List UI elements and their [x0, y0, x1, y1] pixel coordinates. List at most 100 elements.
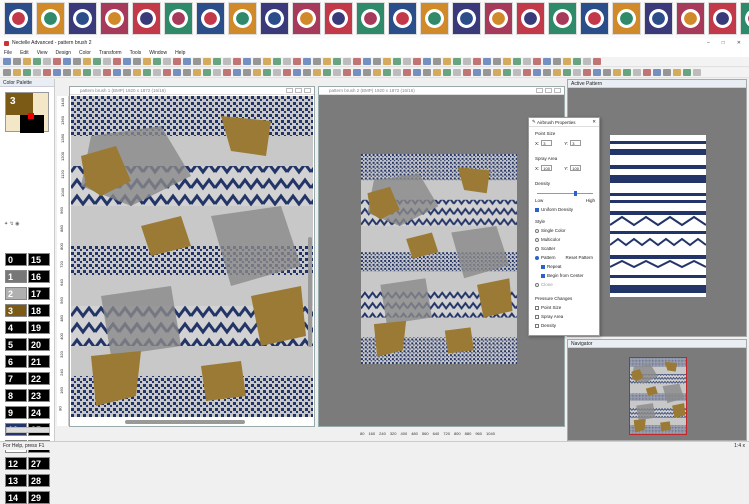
toolbar-button-43[interactable] [433, 58, 441, 65]
menu-color[interactable]: Color [79, 50, 91, 56]
toolbar-button-56[interactable] [563, 69, 571, 76]
tile-3[interactable] [100, 2, 129, 35]
toolbar-button-51[interactable] [513, 69, 521, 76]
toolbar-button-33[interactable] [333, 58, 341, 65]
toolbar-button-45[interactable] [453, 58, 461, 65]
doc1-canvas[interactable] [71, 96, 313, 417]
toolbar-button-31[interactable] [313, 69, 321, 76]
toolbar-button-59[interactable] [593, 58, 601, 65]
toolbar-button-42[interactable] [423, 69, 431, 76]
swatch-15[interactable]: 15 [28, 253, 50, 266]
toolbar-button-13[interactable] [133, 69, 141, 76]
toolbar-button-54[interactable] [543, 58, 551, 65]
toolbar-button-32[interactable] [323, 58, 331, 65]
toolbar-button-15[interactable] [153, 69, 161, 76]
toolbar-button-10[interactable] [103, 58, 111, 65]
toolbar-button-1[interactable] [13, 69, 21, 76]
toolbar-button-15[interactable] [153, 58, 161, 65]
tile-10[interactable] [324, 2, 353, 35]
swatch-23[interactable]: 23 [28, 389, 50, 402]
toolbar-button-46[interactable] [463, 69, 471, 76]
point-x-input[interactable]: 3 [541, 140, 553, 146]
toolbar-button-28[interactable] [283, 69, 291, 76]
toolbar-button-5[interactable] [53, 69, 61, 76]
toolbar-button-57[interactable] [573, 69, 581, 76]
swatch-2[interactable]: 2 [5, 287, 27, 300]
toolbar-button-30[interactable] [303, 58, 311, 65]
active-pattern-preview[interactable] [610, 135, 706, 297]
density-slider[interactable] [537, 193, 593, 194]
toolbar-button-27[interactable] [273, 58, 281, 65]
swatch-16[interactable]: 16 [28, 270, 50, 283]
menu-window[interactable]: Window [149, 50, 167, 56]
doc2-min[interactable] [536, 88, 543, 93]
palette-tools[interactable]: ✦ ↯ ◉ [4, 221, 20, 227]
scatter-radio[interactable] [535, 246, 539, 251]
toolbar-button-39[interactable] [393, 69, 401, 76]
pressure-density-checkbox[interactable] [535, 323, 539, 328]
toolbar-button-43[interactable] [433, 69, 441, 76]
toolbar-button-10[interactable] [103, 69, 111, 76]
swatch-4[interactable]: 4 [5, 321, 27, 334]
swatch-28[interactable]: 28 [28, 474, 50, 487]
toolbar-button-9[interactable] [93, 69, 101, 76]
toolbar-button-35[interactable] [353, 69, 361, 76]
menu-transform[interactable]: Transform [99, 50, 122, 56]
begin-center-checkbox[interactable] [541, 273, 545, 278]
toolbar-button-14[interactable] [143, 58, 151, 65]
toolbar-button-64[interactable] [643, 69, 651, 76]
tile-13[interactable] [420, 2, 449, 35]
tile-14[interactable] [452, 2, 481, 35]
toolbar-button-37[interactable] [373, 58, 381, 65]
toolbar-button-14[interactable] [143, 69, 151, 76]
menu-help[interactable]: Help [175, 50, 185, 56]
swatch-27[interactable]: 27 [28, 457, 50, 470]
palette-scrollbar[interactable] [6, 427, 50, 433]
tile-21[interactable] [676, 2, 705, 35]
swatch-7[interactable]: 7 [5, 372, 27, 385]
spray-y-input[interactable]: 100 [570, 165, 582, 171]
toolbar-button-40[interactable] [403, 58, 411, 65]
swatch-14[interactable]: 14 [5, 491, 27, 504]
swatch-1[interactable]: 1 [5, 270, 27, 283]
tile-4[interactable] [132, 2, 161, 35]
toolbar-button-55[interactable] [553, 69, 561, 76]
multicolor-radio[interactable] [535, 237, 539, 242]
tile-1[interactable] [36, 2, 65, 35]
toolbar-button-33[interactable] [333, 69, 341, 76]
toolbar-button-55[interactable] [553, 58, 561, 65]
toolbar-button-34[interactable] [343, 58, 351, 65]
toolbar-button-47[interactable] [473, 69, 481, 76]
tile-18[interactable] [580, 2, 609, 35]
toolbar-button-56[interactable] [563, 58, 571, 65]
swatch-18[interactable]: 18 [28, 304, 50, 317]
toolbar-button-26[interactable] [263, 58, 271, 65]
toolbar-button-47[interactable] [473, 58, 481, 65]
toolbar-button-30[interactable] [303, 69, 311, 76]
toolbar-button-17[interactable] [173, 69, 181, 76]
toolbar-button-41[interactable] [413, 69, 421, 76]
toolbar-button-59[interactable] [593, 69, 601, 76]
menu-view[interactable]: View [37, 50, 48, 56]
toolbar-button-41[interactable] [413, 58, 421, 65]
toolbar-button-16[interactable] [163, 58, 171, 65]
toolbar-button-67[interactable] [673, 69, 681, 76]
toolbar-button-58[interactable] [583, 69, 591, 76]
dialog-close-icon[interactable]: ✕ [592, 119, 599, 125]
pressure-point-checkbox[interactable] [535, 305, 539, 310]
pressure-spray-checkbox[interactable] [535, 314, 539, 319]
toolbar-button-5[interactable] [53, 58, 61, 65]
toolbar-button-16[interactable] [163, 69, 171, 76]
toolbar-button-54[interactable] [543, 69, 551, 76]
doc2-close[interactable] [554, 88, 561, 93]
toolbar-button-19[interactable] [193, 69, 201, 76]
point-y-input[interactable]: 3 [570, 140, 582, 146]
toolbar-button-31[interactable] [313, 58, 321, 65]
toolbar-button-37[interactable] [373, 69, 381, 76]
toolbar-button-12[interactable] [123, 69, 131, 76]
tile-2[interactable] [68, 2, 97, 35]
reset-pattern-button[interactable]: Reset Pattern [566, 255, 594, 260]
toolbar-button-11[interactable] [113, 58, 121, 65]
toolbar-button-27[interactable] [273, 69, 281, 76]
toolbar-button-12[interactable] [123, 58, 131, 65]
